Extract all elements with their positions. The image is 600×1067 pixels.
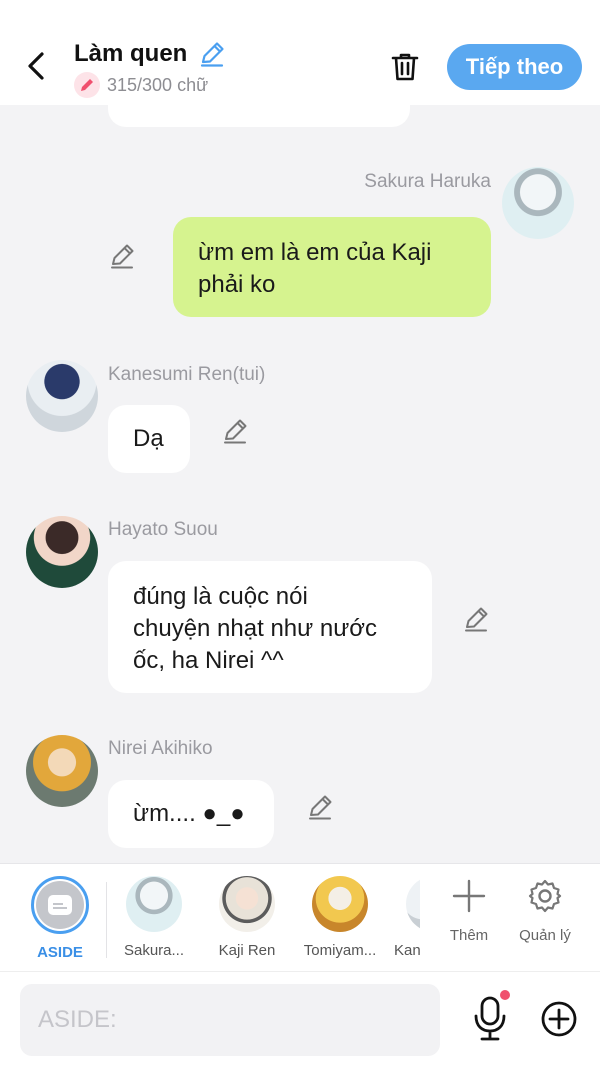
- pencil-icon: [224, 419, 247, 444]
- aside-avatar: [31, 876, 89, 934]
- sender-name: Kanesumi Ren(tui): [108, 364, 266, 385]
- message-bubble[interactable]: Dạ: [108, 405, 190, 473]
- tool-label: Quản lý: [519, 927, 571, 944]
- avatar: [406, 876, 420, 932]
- message-text-line: ừm em là em của Kaji: [198, 239, 432, 266]
- title-wrap: Làm quen: [74, 40, 226, 68]
- add-character-button[interactable]: Thêm: [434, 878, 504, 944]
- sender-name: Sakura Haruka: [364, 171, 491, 192]
- avatar[interactable]: [26, 360, 98, 432]
- message-text-line: đúng là cuộc nói: [133, 583, 308, 610]
- character-label: Kan: [394, 942, 420, 959]
- previous-message-bubble[interactable]: ·: [108, 105, 410, 127]
- plus-icon: [452, 879, 486, 913]
- message-text-line: phải ko: [198, 271, 276, 298]
- message-bubble[interactable]: ừm em là em của Kaji phải ko: [173, 217, 491, 317]
- avatar: [126, 876, 182, 932]
- message-bubble[interactable]: ừm.... ●_●: [108, 780, 274, 848]
- chat-area[interactable]: · Sakura Haruka ừm em là em của Kaji phả…: [0, 105, 600, 863]
- edit-message-button[interactable]: [306, 793, 334, 821]
- next-button[interactable]: Tiếp theo: [447, 44, 582, 90]
- message-text-line: chuyện nhạt như nước: [133, 615, 378, 642]
- delete-button[interactable]: [386, 48, 424, 86]
- counter-pencil-badge: [74, 72, 100, 98]
- character-label: Tomiyam...: [303, 942, 377, 959]
- avatar[interactable]: [502, 167, 574, 239]
- narration-icon: [48, 895, 72, 915]
- character-kaji[interactable]: Kaji Ren: [202, 876, 292, 959]
- message-text-line: Dạ: [133, 425, 164, 452]
- page-title: Làm quen: [74, 40, 188, 67]
- avatar: [312, 876, 368, 932]
- header: Làm quen 315/300 chữ Tiếp theo: [0, 0, 600, 105]
- counter-text: 315/300 chữ: [107, 74, 209, 95]
- pencil-icon: [200, 42, 224, 67]
- ellipsis-dot: ·: [298, 105, 303, 107]
- sender-name: Hayato Suou: [108, 519, 218, 540]
- message-bubble[interactable]: đúng là cuộc nói chuyện nhạt như nước ốc…: [108, 561, 432, 693]
- avatar[interactable]: [26, 735, 98, 807]
- trash-icon: [391, 53, 419, 81]
- plus-circle-icon: [541, 1001, 577, 1037]
- character-aside[interactable]: ASIDE: [15, 876, 105, 961]
- character-kanesumi[interactable]: Kan: [376, 876, 420, 959]
- pencil-icon: [309, 795, 332, 820]
- character-label: Kaji Ren: [218, 942, 276, 959]
- character-label: Sakura...: [123, 942, 185, 959]
- notification-dot: [500, 990, 510, 1000]
- aside-avatar-fill: [36, 881, 84, 929]
- sender-name: Nirei Akihiko: [108, 738, 213, 759]
- message-text-line: ừm.... ●_●: [133, 800, 245, 827]
- input-bar: [0, 971, 600, 1067]
- edit-message-button[interactable]: [221, 417, 249, 445]
- voice-button[interactable]: [470, 994, 510, 1044]
- divider: [106, 882, 107, 958]
- gear-icon: [528, 879, 562, 913]
- character-sakura[interactable]: Sakura...: [109, 876, 199, 959]
- pencil-icon: [111, 244, 134, 269]
- character-bar: ASIDE Sakura... Kaji Ren Tomiyam... Kan …: [0, 863, 600, 971]
- edit-message-button[interactable]: [108, 242, 136, 270]
- edit-title-button[interactable]: [198, 40, 226, 68]
- pencil-icon: [81, 79, 93, 91]
- message-text-line: ốc, ha Nirei ^^: [133, 647, 284, 674]
- message-input[interactable]: [20, 984, 440, 1056]
- chevron-left-icon: [28, 52, 44, 80]
- avatar[interactable]: [26, 516, 98, 588]
- word-counter: 315/300 chữ: [74, 72, 208, 98]
- edit-message-button[interactable]: [462, 605, 490, 633]
- manage-button[interactable]: Quản lý: [510, 878, 580, 944]
- add-button[interactable]: [540, 1000, 578, 1038]
- microphone-icon: [474, 996, 506, 1041]
- tool-label: Thêm: [449, 927, 489, 944]
- pencil-icon: [465, 607, 488, 632]
- avatar: [219, 876, 275, 932]
- character-tomiyama[interactable]: Tomiyam...: [295, 876, 385, 959]
- character-label: ASIDE: [37, 944, 83, 961]
- back-button[interactable]: [18, 46, 54, 86]
